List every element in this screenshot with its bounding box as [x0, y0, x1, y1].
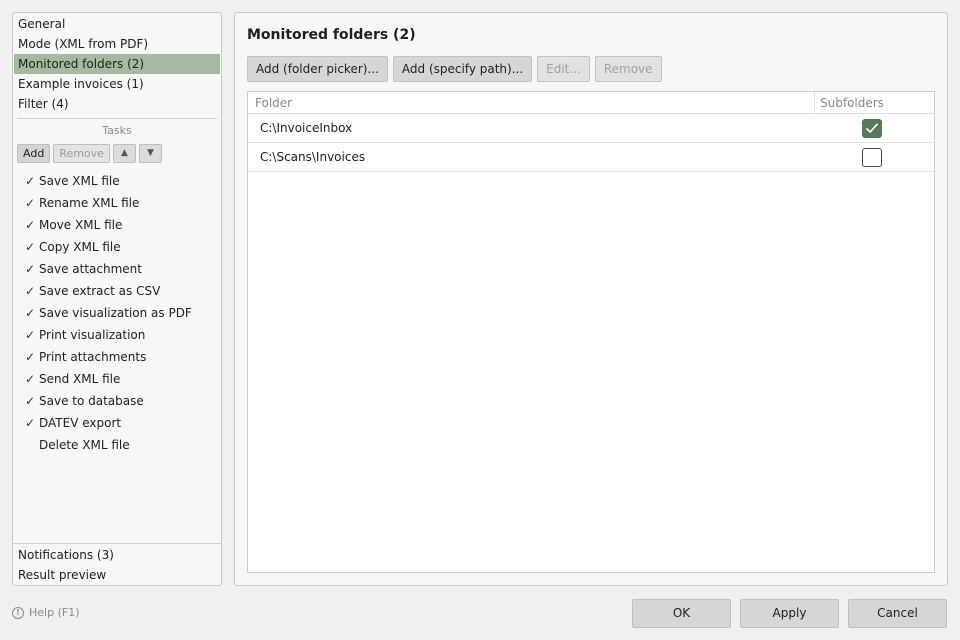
- move-up-icon[interactable]: ▲: [112, 144, 136, 163]
- task-item-save-pdf[interactable]: ✓ Save visualization as PDF: [13, 302, 221, 324]
- task-label: Copy XML file: [39, 240, 121, 254]
- column-header-subfolders[interactable]: Subfolders: [815, 92, 934, 113]
- task-item-print-attachments[interactable]: ✓ Print attachments: [13, 346, 221, 368]
- edit-button[interactable]: Edit...: [537, 56, 590, 82]
- subfolders-checkbox[interactable]: [861, 118, 882, 138]
- folders-table: Folder Subfolders C:\InvoiceInbox C:\Sca…: [247, 91, 935, 573]
- task-label: Save to database: [39, 394, 144, 408]
- remove-button[interactable]: Remove: [594, 56, 662, 82]
- folders-toolbar: Add (folder picker)... Add (specify path…: [247, 56, 662, 82]
- task-label: DATEV export: [39, 416, 122, 430]
- folder-path: C:\Scans\Invoices: [260, 150, 366, 164]
- task-item-move-xml[interactable]: ✓ Move XML file: [13, 214, 221, 236]
- tasks-heading: Tasks: [102, 124, 132, 137]
- help-icon: !: [12, 606, 24, 619]
- nav-top-list: General Mode (XML from PDF) Monitored fo…: [13, 13, 221, 114]
- main-panel: Monitored folders (2) Add (folder picker…: [234, 12, 948, 586]
- nav-item-filter[interactable]: Filter (4): [14, 94, 220, 114]
- task-item-save-csv[interactable]: ✓ Save extract as CSV: [13, 280, 221, 302]
- task-label: Print attachments: [39, 350, 147, 364]
- task-item-print-visualization[interactable]: ✓ Print visualization: [13, 324, 221, 346]
- cancel-button[interactable]: Cancel: [848, 599, 947, 628]
- divider: [17, 118, 217, 119]
- task-label: Print visualization: [39, 328, 146, 342]
- task-label: Delete XML file: [39, 438, 130, 452]
- task-add-button[interactable]: Add: [17, 144, 51, 163]
- apply-button[interactable]: Apply: [740, 599, 839, 628]
- nav-item-notifications[interactable]: Notifications (3): [14, 545, 220, 565]
- check-icon: ✓: [25, 372, 36, 386]
- check-icon: ✓: [25, 394, 36, 408]
- task-item-save-database[interactable]: ✓ Save to database: [13, 390, 221, 412]
- help-label: Help (F1): [29, 606, 80, 619]
- nav-bottom-list: Notifications (3) Result preview: [13, 543, 221, 585]
- nav-item-result-preview[interactable]: Result preview: [14, 565, 220, 585]
- task-item-copy-xml[interactable]: ✓ Copy XML file: [13, 236, 221, 258]
- check-icon: ✓: [25, 416, 36, 430]
- folder-path: C:\InvoiceInbox: [260, 121, 353, 135]
- nav-item-example-invoices[interactable]: Example invoices (1): [14, 74, 220, 94]
- settings-sidebar: General Mode (XML from PDF) Monitored fo…: [12, 12, 222, 586]
- task-label: Move XML file: [39, 218, 123, 232]
- add-folder-picker-button[interactable]: Add (folder picker)...: [247, 56, 388, 82]
- check-icon: ✓: [25, 350, 36, 364]
- subfolders-checkbox[interactable]: [861, 147, 882, 167]
- check-icon: ✓: [25, 218, 36, 232]
- check-icon: ✓: [25, 174, 36, 188]
- subfolders-cell: [815, 118, 934, 138]
- task-item-datev-export[interactable]: ✓ DATEV export: [13, 412, 221, 434]
- move-down-icon[interactable]: ▼: [138, 144, 162, 163]
- check-icon: ✓: [25, 196, 36, 210]
- table-row[interactable]: C:\InvoiceInbox: [248, 114, 934, 143]
- task-item-save-xml[interactable]: ✓ Save XML file: [13, 170, 221, 192]
- task-list: ✓ Save XML file ✓ Rename XML file ✓ Move XM…: [13, 166, 221, 456]
- task-label: Send XML file: [39, 372, 121, 386]
- nav-item-mode[interactable]: Mode (XML from PDF): [14, 34, 220, 54]
- nav-item-general[interactable]: General: [14, 14, 220, 34]
- task-item-delete-xml[interactable]: Delete XML file: [13, 434, 221, 456]
- table-row[interactable]: C:\Scans\Invoices: [248, 143, 934, 172]
- column-header-folder[interactable]: Folder: [248, 92, 815, 113]
- tasks-toolbar: Add Remove ▲ ▼: [13, 138, 221, 166]
- task-label: Rename XML file: [39, 196, 140, 210]
- add-specify-path-button[interactable]: Add (specify path)...: [392, 56, 533, 82]
- subfolders-cell: [815, 147, 934, 167]
- table-header: Folder Subfolders: [248, 92, 934, 114]
- ok-button[interactable]: OK: [632, 599, 731, 628]
- checkmark-icon: [865, 123, 878, 134]
- check-icon: ✓: [25, 306, 36, 320]
- check-icon: ✓: [25, 328, 36, 342]
- task-label: Save extract as CSV: [39, 284, 161, 298]
- task-label: Save visualization as PDF: [39, 306, 192, 320]
- check-icon: ✓: [25, 284, 36, 298]
- help-link[interactable]: ! Help (F1): [12, 606, 79, 619]
- task-remove-button[interactable]: Remove: [53, 144, 110, 163]
- task-label: Save XML file: [39, 174, 120, 188]
- task-item-send-xml[interactable]: ✓ Send XML file: [13, 368, 221, 390]
- task-label: Save attachment: [39, 262, 142, 276]
- check-icon: ✓: [25, 262, 36, 276]
- check-icon: [25, 434, 39, 456]
- page-title: Monitored folders (2): [247, 27, 416, 43]
- task-item-save-attachment[interactable]: ✓ Save attachment: [13, 258, 221, 280]
- check-icon: ✓: [25, 240, 36, 254]
- nav-item-monitored-folders[interactable]: Monitored folders (2): [14, 54, 220, 74]
- task-item-rename-xml[interactable]: ✓ Rename XML file: [13, 192, 221, 214]
